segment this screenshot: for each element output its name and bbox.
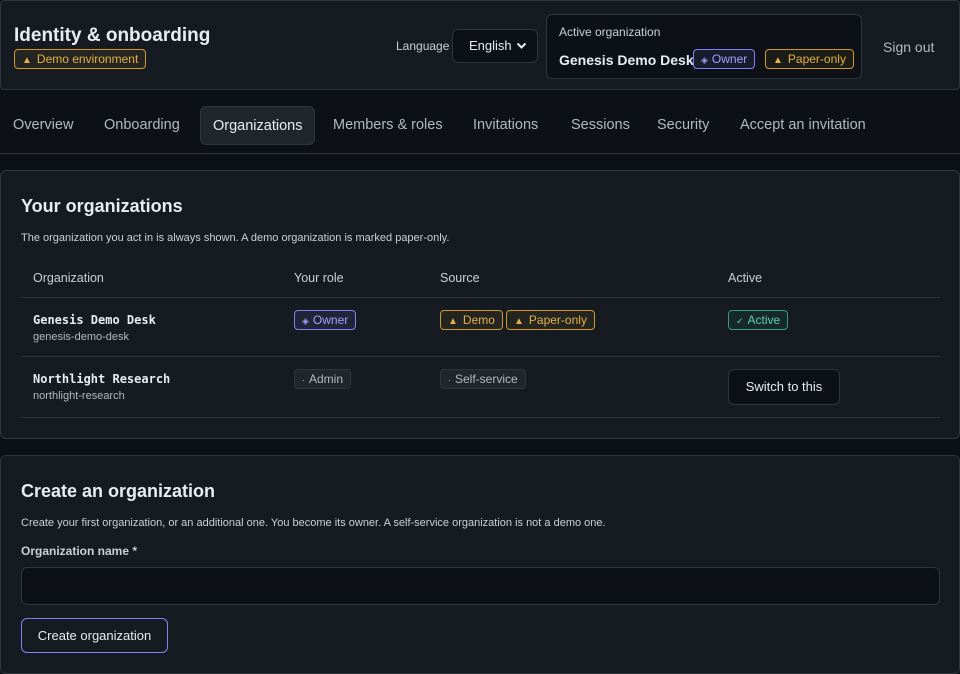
owner-role-label: Owner (711, 52, 748, 66)
organization-slug: northlight-research (33, 390, 125, 402)
dot-icon: · (302, 375, 305, 385)
create-organization-button[interactable]: Create organization (21, 618, 168, 653)
paper-only-source-badge: ▲ Paper-only (506, 310, 595, 330)
tab-security[interactable]: Security (657, 106, 709, 145)
sign-out-button[interactable]: Sign out (883, 39, 934, 55)
column-header-role: Your role (294, 271, 344, 285)
tab-organizations[interactable]: Organizations (200, 106, 316, 145)
active-status-badge: ✓ Active (728, 310, 789, 330)
demo-source-badge: ▲ Demo (440, 310, 503, 330)
organization-name-input[interactable] (21, 567, 940, 605)
role-label: Admin (309, 372, 344, 386)
active-organization-label: Active organization (559, 25, 661, 39)
source-label: Self-service (455, 372, 518, 386)
dot-icon: · (448, 375, 451, 385)
role-badge: · Admin (294, 369, 352, 389)
organization-slug: genesis-demo-desk (33, 331, 129, 343)
warning-icon: ▲ (22, 55, 32, 66)
tab-sessions[interactable]: Sessions (571, 106, 630, 145)
owner-role-badge: ◈ Owner (693, 49, 756, 69)
diamond-icon: ◈ (701, 55, 708, 65)
tab-members-roles[interactable]: Members & roles (333, 106, 443, 145)
chevron-down-icon (516, 30, 527, 75)
section-title: Create an organization (21, 481, 216, 501)
create-organization-section: Create an organization Create your first… (0, 455, 960, 674)
organization-name: Northlight Research (33, 372, 171, 386)
column-header-organization: Organization (33, 271, 104, 285)
table-row: Northlight Research northlight-research (33, 372, 170, 402)
tab-bar: Overview Onboarding Organizations Member… (0, 106, 960, 154)
self-service-source-badge: · Self-service (440, 369, 526, 389)
switch-organization-button[interactable]: Switch to this (728, 369, 840, 405)
page-title: Identity & onboarding (14, 25, 211, 46)
app-header: Identity & onboarding ▲ Demo environment … (0, 0, 960, 90)
diamond-icon: ◈ (302, 316, 309, 326)
language-value: English (469, 38, 512, 53)
table-row: Genesis Demo Desk genesis-demo-desk (33, 313, 156, 343)
tab-onboarding[interactable]: Onboarding (104, 106, 180, 145)
checkmark-icon: ✓ (736, 316, 744, 326)
table-divider (21, 297, 940, 298)
active-organization-name: Genesis Demo Desk (559, 52, 694, 68)
organizations-section: Your organizations The organization you … (0, 170, 960, 439)
language-label: Language (396, 39, 450, 53)
warning-icon: ▲ (448, 316, 458, 327)
warning-icon: ▲ (514, 316, 524, 327)
demo-environment-label: Demo environment (36, 52, 139, 66)
column-header-active: Active (728, 271, 763, 285)
language-select[interactable]: English (452, 29, 538, 63)
organization-name: Genesis Demo Desk (33, 313, 156, 327)
tab-overview[interactable]: Overview (13, 106, 73, 145)
source-label: Demo (462, 313, 495, 327)
table-divider (21, 356, 940, 357)
tab-accept-invitation[interactable]: Accept an invitation (740, 106, 866, 145)
active-organization-panel: Active organization Genesis Demo Desk ◈ O… (546, 14, 862, 79)
section-description: The organization you act in is always sh… (21, 232, 450, 244)
warning-icon: ▲ (773, 55, 783, 66)
tab-invitations[interactable]: Invitations (473, 106, 538, 145)
column-header-source: Source (440, 271, 480, 285)
demo-environment-badge: ▲ Demo environment (14, 49, 147, 69)
section-description: Create your first organization, or an ad… (21, 517, 606, 529)
paper-only-label: Paper-only (787, 52, 846, 66)
active-status-label: Active (747, 313, 781, 327)
source-label: Paper-only (528, 313, 587, 327)
organization-name-label: Organization name * (21, 544, 138, 558)
role-label: Owner (312, 313, 349, 327)
section-title: Your organizations (21, 196, 183, 216)
role-badge: ◈ Owner (294, 310, 357, 330)
paper-only-badge: ▲ Paper-only (765, 49, 854, 69)
table-divider (21, 417, 940, 418)
